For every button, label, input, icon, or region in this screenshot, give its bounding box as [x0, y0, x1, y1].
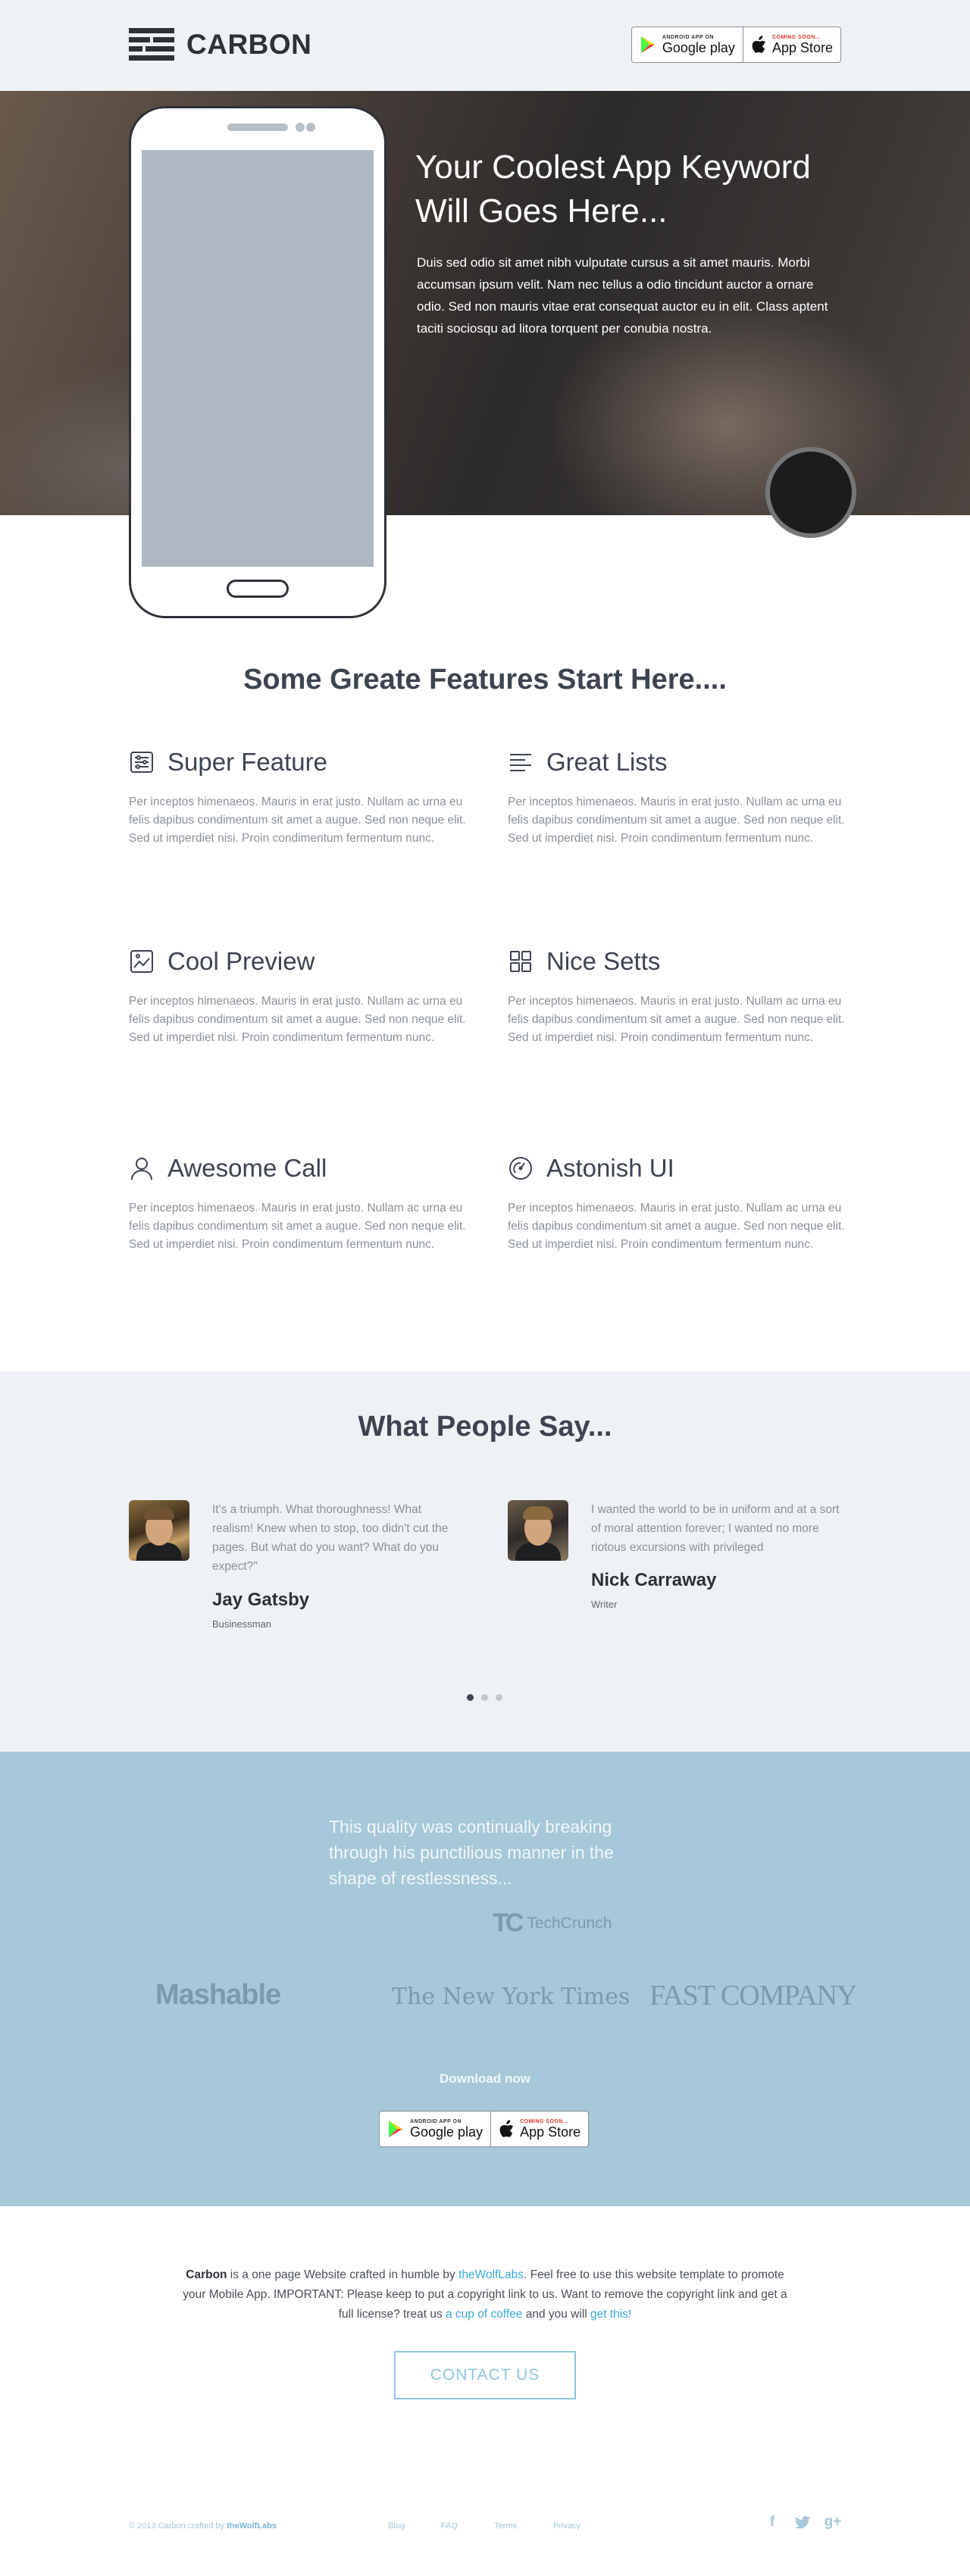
techcrunch-mark: TC — [493, 1909, 524, 1937]
image-icon — [129, 949, 155, 974]
phone-screen — [142, 150, 374, 567]
apple-icon — [752, 36, 766, 53]
footer-link-terms[interactable]: Terms — [494, 2521, 517, 2531]
social-links: f g+ — [764, 2514, 842, 2531]
phone-sensor-dot — [306, 123, 315, 132]
app-store-badge-caption: COMING SOON... — [771, 34, 821, 40]
brand-logo[interactable]: CARBON — [129, 27, 311, 63]
get-this-link[interactable]: get this! — [590, 2308, 631, 2321]
testimonials-title: What People Say... — [358, 1411, 612, 1443]
fast-company-logo: FAST COMPANY — [649, 1980, 857, 2012]
carbon-logo-icon — [129, 27, 174, 63]
feature-item: Astonish UI Per inceptos himenaeos. Maur… — [508, 1154, 849, 1254]
feature-title: Great Lists — [546, 748, 668, 776]
testimonial-role: Writer — [591, 1599, 618, 1610]
download-store-badges: ANDROID APP ON Google play COMING SOON..… — [379, 2111, 590, 2147]
contact-us-button[interactable]: CONTACT US — [394, 2351, 576, 2399]
feature-text: Per inceptos himenaeos. Mauris in erat j… — [508, 796, 845, 845]
brand-name: CARBON — [186, 29, 312, 60]
carousel-dots — [467, 1694, 502, 1701]
google-play-badge[interactable]: ANDROID APP ON Google play — [380, 2112, 490, 2146]
grid-icon — [508, 949, 534, 974]
footer-text-part: and you will — [522, 2308, 591, 2321]
feature-item: Nice Setts Per inceptos himenaeos. Mauri… — [508, 947, 849, 1047]
feature-title: Cool Preview — [167, 947, 315, 975]
app-store-badge[interactable]: COMING SOON... App Store — [742, 27, 840, 62]
google-play-icon — [389, 2121, 402, 2137]
testimonial-quote: I wanted the world to be in uniform and … — [591, 1503, 840, 1554]
google-badge-label: Google play — [662, 39, 735, 55]
feature-title: Nice Setts — [546, 947, 661, 975]
phone-camera-dot — [296, 123, 305, 132]
footer-text: Carbon is a one page Website crafted in … — [182, 2265, 788, 2324]
copyright-credit-link[interactable]: theWolfLabs — [227, 2521, 277, 2531]
app-store-badge-label: App Store — [520, 2124, 581, 2140]
feature-title: Awesome Call — [167, 1154, 327, 1182]
feature-text: Per inceptos himenaeos. Mauris in erat j… — [508, 1202, 845, 1251]
copyright: © 2013 Carbon crafted by theWolfLabs — [129, 2521, 277, 2531]
apple-icon — [499, 2120, 514, 2137]
google-badge-caption: ANDROID APP ON — [662, 34, 714, 40]
carousel-dot[interactable] — [481, 1694, 488, 1701]
copyright-text: © 2013 Carbon crafted by — [129, 2521, 227, 2531]
feature-text: Per inceptos himenaeos. Mauris in erat j… — [129, 995, 466, 1044]
avatar — [508, 1500, 568, 1561]
gauge-icon — [508, 1155, 534, 1181]
hero-watch-image — [765, 447, 856, 538]
list-icon — [508, 749, 534, 775]
coffee-link[interactable]: a cup of coffee — [446, 2308, 522, 2321]
techcrunch-name: TechCrunch — [527, 1914, 612, 1932]
google-badge-label: Google play — [410, 2124, 483, 2140]
feature-title: Super Feature — [167, 748, 327, 776]
feature-item: Super Feature Per inceptos himenaeos. Ma… — [129, 748, 470, 848]
facebook-icon[interactable]: f — [764, 2514, 781, 2531]
app-store-badge-caption: COMING SOON... — [520, 2118, 569, 2124]
testimonial-role: Businessman — [212, 1618, 272, 1630]
footer-link-faq[interactable]: FAQ — [441, 2521, 458, 2531]
feature-item: Great Lists Per inceptos himenaeos. Maur… — [508, 748, 849, 848]
features-title: Some Greate Features Start Here.... — [243, 664, 727, 696]
techcrunch-logo: TC TechCrunch — [493, 1909, 612, 1938]
sliders-icon — [129, 749, 155, 775]
testimonial-name: Jay Gatsby — [212, 1590, 310, 1610]
testimonial-name: Nick Carraway — [591, 1570, 717, 1590]
phone-speaker — [227, 123, 288, 131]
site-header: CARBON ANDROID APP ON Google play COMING… — [0, 0, 970, 91]
footer-text-part: is a one page Website crafted in humble … — [227, 2268, 459, 2281]
hero-title: Your Coolest App Keyword Will Goes Here.… — [415, 148, 811, 230]
twitter-icon[interactable] — [794, 2514, 811, 2531]
feature-item: Awesome Call Per inceptos himenaeos. Mau… — [129, 1154, 470, 1254]
mashable-logo: Mashable — [155, 1979, 281, 2011]
feature-title: Astonish UI — [546, 1154, 674, 1182]
app-store-badge[interactable]: COMING SOON... App Store — [490, 2112, 588, 2146]
carousel-dot[interactable] — [467, 1694, 474, 1701]
footer-link-privacy[interactable]: Privacy — [553, 2521, 580, 2531]
author-link[interactable]: theWolfLabs — [458, 2268, 524, 2281]
feature-text: Per inceptos himenaeos. Mauris in erat j… — [129, 1202, 466, 1251]
footer-link-blog[interactable]: Blog — [388, 2521, 405, 2531]
download-label: Download now — [440, 2071, 530, 2086]
footer-nav: Blog FAQ Terms Privacy — [388, 2521, 580, 2531]
feature-text: Per inceptos himenaeos. Mauris in erat j… — [129, 796, 466, 845]
press-section: This quality was continually breaking th… — [0, 1752, 970, 2206]
hero-text: Duis sed odio sit amet nibh vulputate cu… — [417, 255, 828, 336]
press-quote: This quality was continually breaking th… — [329, 1817, 614, 1888]
google-badge-caption: ANDROID APP ON — [410, 2118, 462, 2124]
avatar — [129, 1500, 189, 1561]
header-store-badges: ANDROID APP ON Google play COMING SOON..… — [630, 27, 841, 63]
phone-mockup — [129, 106, 386, 618]
google-play-icon — [640, 36, 655, 53]
carousel-dot[interactable] — [496, 1694, 502, 1701]
app-store-badge-label: App Store — [771, 39, 833, 55]
user-icon — [129, 1155, 155, 1181]
nyt-logo: The New York Times — [392, 1984, 630, 2010]
testimonial-quote: It's a triumph. What thoroughness! What … — [212, 1503, 449, 1573]
footer-brand: Carbon — [186, 2268, 227, 2281]
google-plus-icon[interactable]: g+ — [824, 2514, 842, 2531]
testimonials-section: What People Say... It's a triumph. What … — [0, 1371, 970, 1752]
google-play-badge[interactable]: ANDROID APP ON Google play — [632, 27, 743, 62]
feature-item: Cool Preview Per inceptos himenaeos. Mau… — [129, 947, 470, 1047]
feature-text: Per inceptos himenaeos. Mauris in erat j… — [508, 995, 845, 1044]
phone-home-button — [227, 580, 289, 598]
